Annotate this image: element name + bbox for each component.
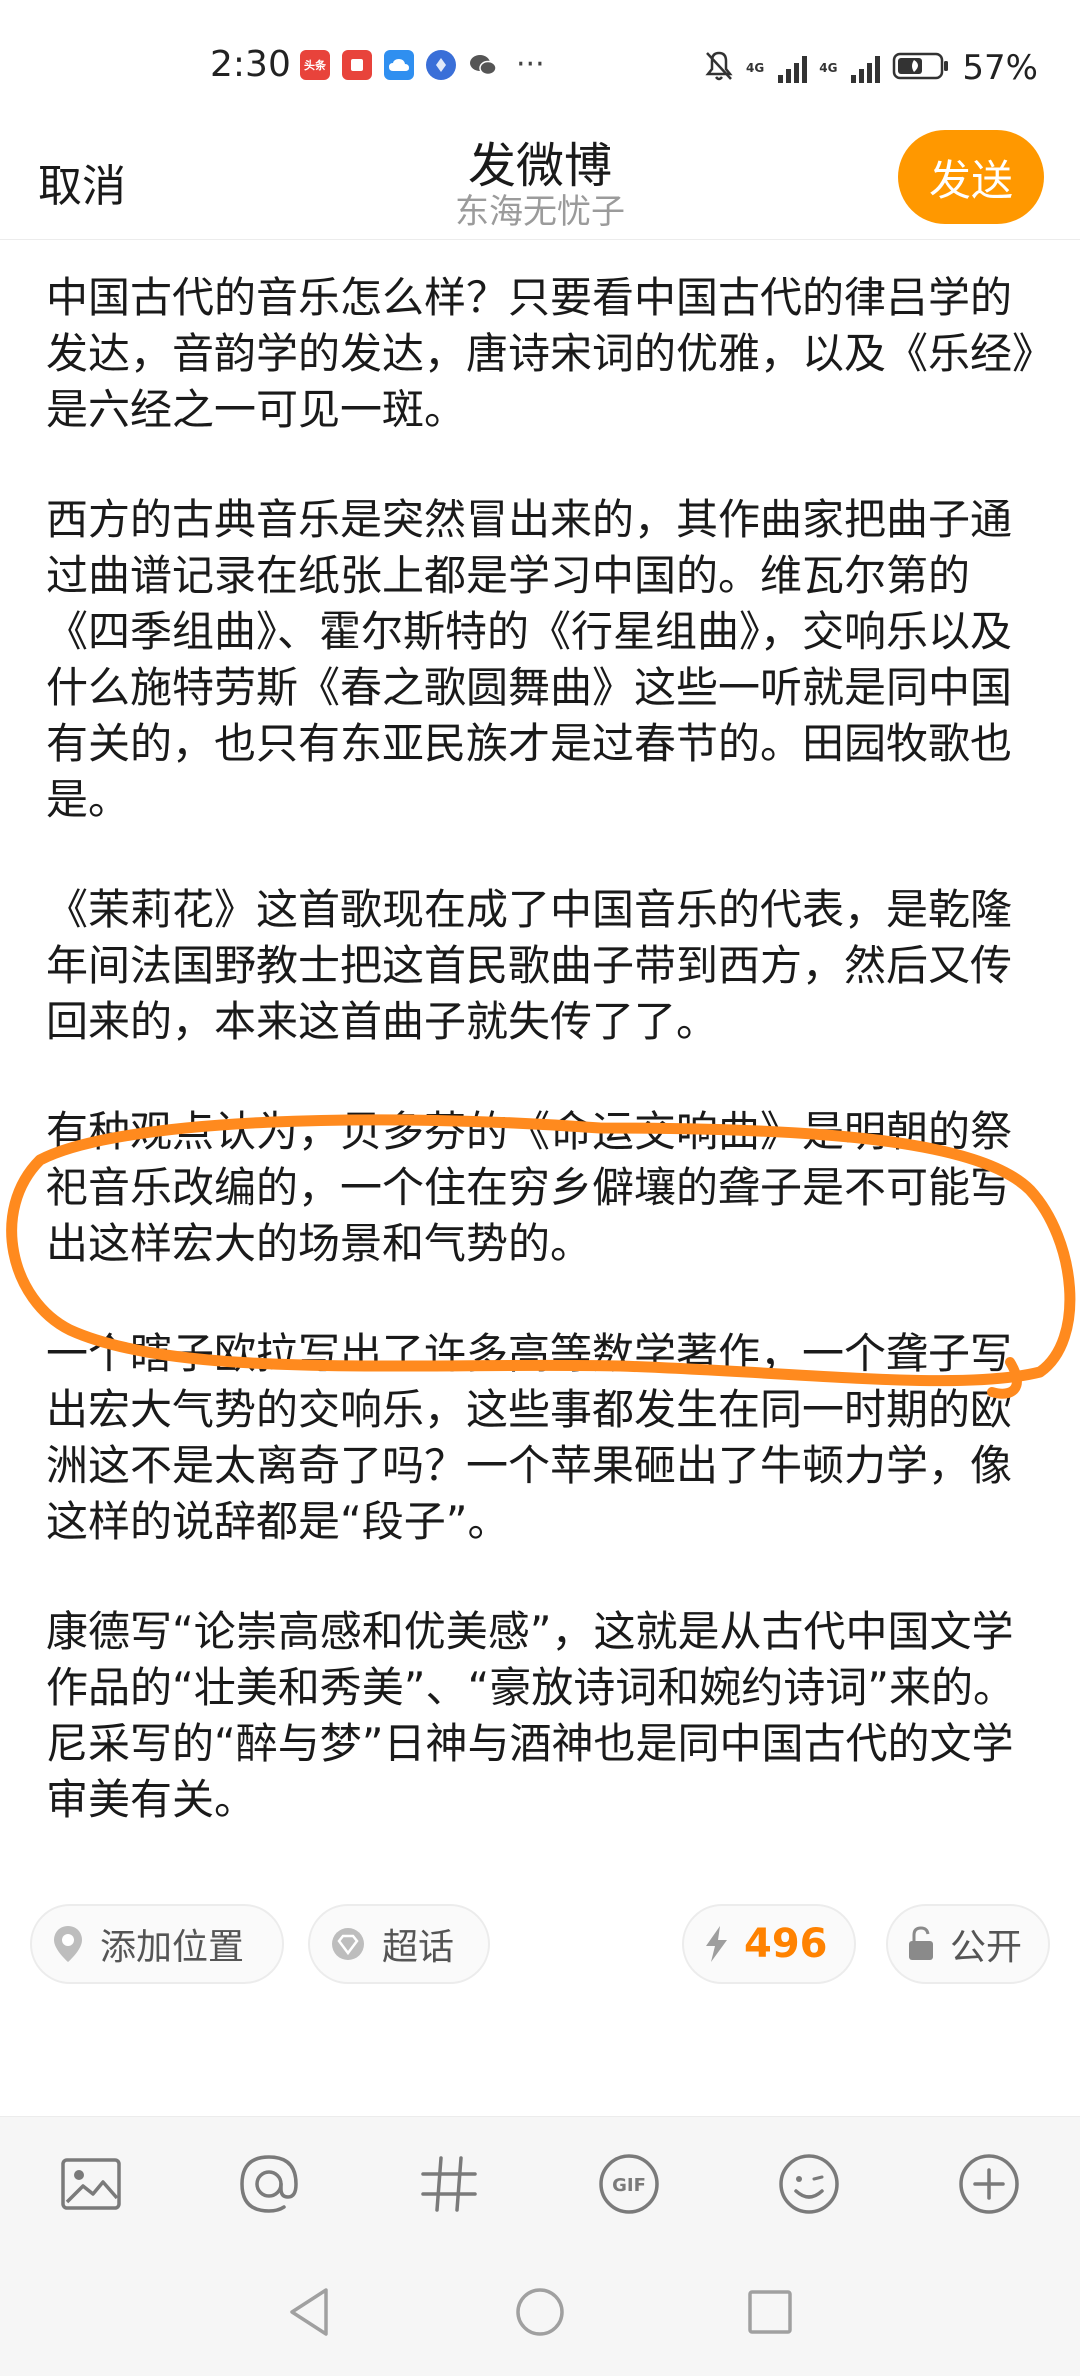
post-text-area[interactable]: 中国古代的音乐怎么样？只要看中国古代的律吕学的发达，音韵学的发达，唐诗宋词的优雅… (46, 270, 1036, 1882)
visibility-chip[interactable]: 公开 (886, 1904, 1050, 1984)
visibility-label: 公开 (950, 1927, 1023, 1968)
home-icon[interactable] (510, 2282, 570, 2342)
signal-icon-2 (851, 53, 881, 83)
hashtag-icon[interactable] (414, 2149, 484, 2219)
mention-icon[interactable] (234, 2149, 304, 2219)
reader-app-icon (342, 50, 372, 80)
location-pin-icon (50, 1924, 86, 1964)
add-icon[interactable] (954, 2149, 1024, 2219)
signal-icon (778, 53, 808, 83)
gif-icon[interactable]: GIF (594, 2149, 664, 2219)
system-navigation-bar (0, 2246, 1080, 2376)
send-button[interactable]: 发送 (898, 130, 1044, 224)
back-icon[interactable] (280, 2282, 340, 2342)
notification-icons: 头条 ··· (300, 50, 545, 80)
recent-apps-icon[interactable] (740, 2282, 800, 2342)
post-paragraph: 西方的古典音乐是突然冒出来的，其作曲家把曲子通过曲谱记录在纸张上都是学习中国的。… (46, 495, 1013, 824)
mute-icon (704, 50, 734, 86)
status-bar: 2:30 头条 ··· 4G 4G 57% (0, 0, 1080, 136)
toutiao-app-icon: 头条 (300, 50, 330, 80)
compose-toolbar: GIF (0, 2116, 1080, 2246)
image-icon[interactable] (56, 2149, 126, 2219)
battery-percent: 57% (962, 48, 1038, 88)
browser-app-icon (426, 50, 456, 80)
wechat-app-icon (468, 50, 498, 80)
more-notifications-icon: ··· (516, 47, 545, 82)
lightning-icon (702, 1924, 730, 1964)
add-location-chip[interactable]: 添加位置 (30, 1904, 284, 1984)
super-topic-chip[interactable]: 超话 (308, 1904, 490, 1984)
diamond-icon (328, 1926, 368, 1962)
post-paragraph: 一个瞎子欧拉写出了许多高等数学著作，一个聋子写出宏大气势的交响乐，这些事都发生在… (46, 1329, 1013, 1546)
super-topic-label: 超话 (382, 1927, 455, 1968)
network-type-2: 4G (819, 61, 838, 75)
character-count-chip: 496 (682, 1904, 856, 1984)
cloud-app-icon (384, 50, 414, 80)
compose-header: 取消 发微博 东海无忧子 发送 (0, 120, 1080, 240)
emoji-icon[interactable] (774, 2149, 844, 2219)
post-paragraph: 康德写“论崇高感和优美感”，这就是从古代中国文学作品的“壮美和秀美”、“豪放诗词… (46, 1607, 1016, 1824)
svg-text:GIF: GIF (612, 2175, 646, 2196)
character-count: 496 (744, 1921, 828, 1967)
post-paragraph-highlighted: 有种观点认为，贝多芬的《命运交响曲》是明朝的祭祀音乐改编的，一个住在穷乡僻壤的聋… (46, 1107, 1013, 1268)
network-type-1: 4G (746, 61, 765, 75)
system-status: 4G 4G 57% (704, 48, 1038, 88)
post-paragraph: 中国古代的音乐怎么样？只要看中国古代的律吕学的发达，音韵学的发达，唐诗宋词的优雅… (46, 273, 1034, 434)
status-time: 2:30 (210, 44, 291, 85)
battery-icon (892, 51, 950, 85)
add-location-label: 添加位置 (100, 1927, 245, 1968)
post-paragraph: 《茉莉花》这首歌现在成了中国音乐的代表，是乾隆年间法国野教士把这首民歌曲子带到西… (46, 885, 1013, 1046)
unlock-icon (906, 1925, 936, 1963)
compose-weibo-screen: 2:30 头条 ··· 4G 4G 57% 取消 发微博 东海无忧子 发送 中国… (0, 0, 1080, 2376)
